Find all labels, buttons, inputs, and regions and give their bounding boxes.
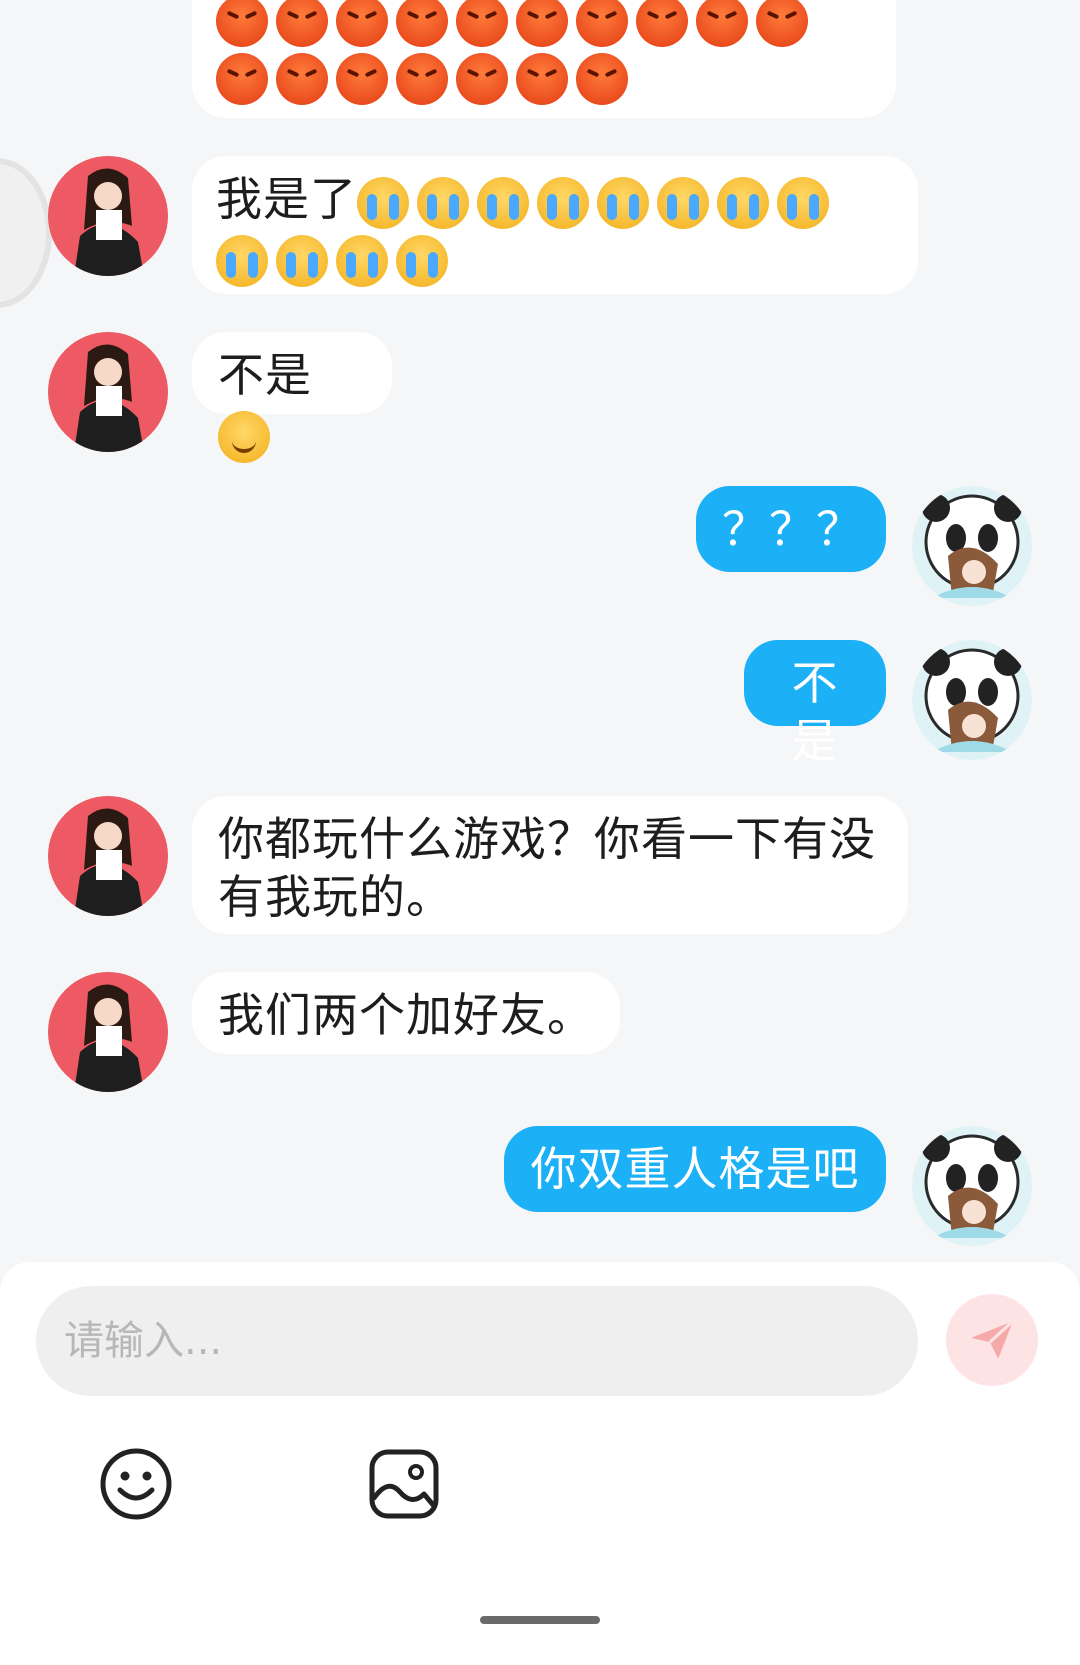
angry-face-emoji [516,0,568,47]
message-composer [0,1262,1080,1665]
message-text: 你都玩什么游戏？你看一下有没有我玩的。 [218,812,876,924]
message-text: 不是 [791,656,839,768]
user-avatar[interactable] [912,486,1032,606]
cry-face-emoji [276,235,328,287]
contact-avatar[interactable] [48,156,168,276]
floating-assistant-ball[interactable] [0,158,52,308]
message-bubble[interactable]: ？？？ [696,486,886,572]
message-text: 你双重人格是吧 [530,1142,860,1196]
paper-plane-icon [971,1320,1014,1359]
message-text: ？？？ [722,502,863,556]
cry-face-emoji [657,176,709,229]
home-indicator[interactable] [480,1616,600,1624]
angry-face-emoji [216,0,268,47]
image-icon [369,1449,439,1519]
cry-face-emoji [216,235,268,287]
angry-face-emoji [336,53,388,105]
angry-face-emoji [216,53,268,105]
angry-face-emoji [336,0,388,47]
message-text: 我是了 [216,172,357,226]
cry-face-emoji [717,176,769,229]
message-bubble[interactable]: 我们两个加好友。 [192,972,620,1054]
angry-face-emoji [636,0,688,47]
user-avatar[interactable] [912,640,1032,760]
cry-face-emoji [336,235,388,287]
message-bubble[interactable]: 我是了 [192,156,918,294]
message-bubble[interactable]: 不是 [744,640,886,768]
message-text: 不是 [218,348,312,402]
contact-avatar[interactable] [48,972,168,1092]
message-bubble[interactable]: 你双重人格是吧 [504,1126,886,1212]
angry-face-emoji [396,53,448,105]
angry-face-emoji [276,53,328,105]
message-bubble[interactable] [192,0,896,118]
message-bubble[interactable]: 你都玩什么游戏？你看一下有没有我玩的。 [192,796,908,934]
user-avatar[interactable] [912,1126,1032,1246]
angry-face-emoji [756,0,808,47]
chat-area[interactable]: 我是了 不是 ？？？ 不是 你都玩什么游戏？你看一下有没有我玩的。 我们两个加好… [0,0,1080,1262]
cry-face-emoji [477,176,529,229]
contact-avatar[interactable] [48,796,168,916]
message-input[interactable] [36,1286,918,1396]
angry-face-emoji [696,0,748,47]
message-text: 我们两个加好友。 [218,988,594,1042]
smile-face-emoji [218,410,270,463]
image-button[interactable] [366,1446,442,1522]
angry-face-emoji [516,53,568,105]
angry-face-emoji [576,53,628,105]
send-button[interactable] [946,1294,1038,1386]
angry-face-emoji [456,53,508,105]
contact-avatar[interactable] [48,332,168,452]
angry-face-emoji [456,0,508,47]
cry-face-emoji [396,235,448,287]
angry-face-emoji [396,0,448,47]
cry-face-emoji [537,176,589,229]
emoji-row [218,406,278,463]
cry-face-emoji [357,176,409,229]
angry-face-emoji [276,0,328,47]
cry-face-emoji [417,176,469,229]
angry-face-emoji [576,0,628,47]
cry-face-emoji [777,176,829,229]
emoji-icon [100,1448,172,1520]
message-bubble[interactable]: 不是 [192,332,392,463]
emoji-row [216,0,872,105]
emoji-button[interactable] [98,1446,174,1522]
cry-face-emoji [597,176,649,229]
